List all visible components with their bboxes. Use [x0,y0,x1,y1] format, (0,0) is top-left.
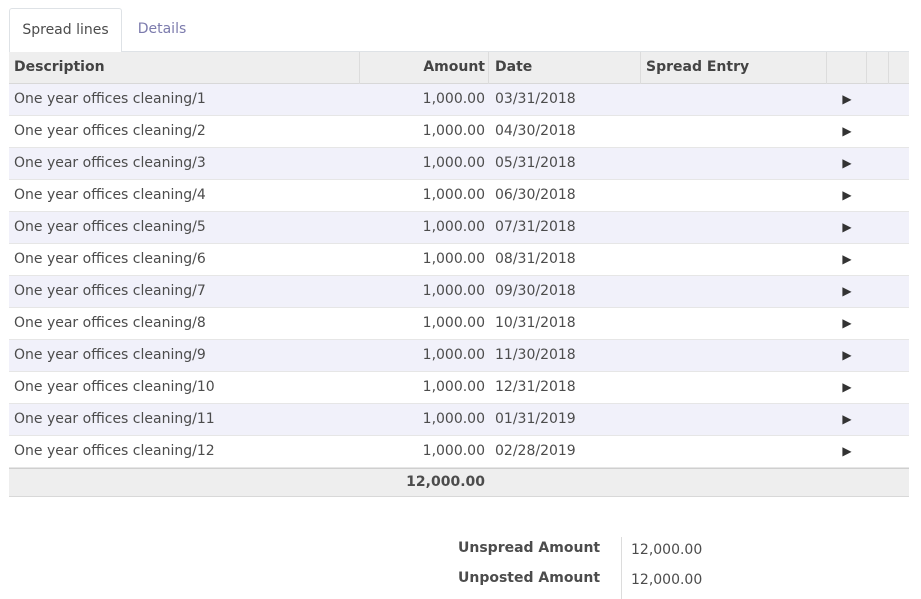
table-row[interactable]: One year offices cleaning/5 1,000.00 07/31… [9,212,909,244]
tab-details[interactable]: Details [122,8,202,52]
table-row[interactable]: One year offices cleaning/4 1,000.00 06/30… [9,180,909,212]
row-spread-entry [646,372,826,404]
row-description: One year offices cleaning/9 [14,347,206,363]
table-footer: 12,000.00 [9,468,909,497]
table-row[interactable]: One year offices cleaning/9 1,000.00 11/30… [9,340,909,372]
row-amount: 1,000.00 [422,379,485,395]
play-icon[interactable]: ▶ [827,148,867,180]
row-description: One year offices cleaning/6 [14,251,206,267]
play-icon[interactable]: ▶ [827,404,867,436]
row-amount: 1,000.00 [422,155,485,171]
row-spread-entry [646,244,826,276]
row-date: 02/28/2019 [495,443,576,459]
play-icon[interactable]: ▶ [827,244,867,276]
row-amount: 1,000.00 [422,91,485,107]
table-row[interactable]: One year offices cleaning/7 1,000.00 09/30… [9,276,909,308]
table-header: Description Amount Date Spread Entry [9,52,909,84]
column-divider [826,52,827,84]
spread-lines-view: Spread lines Details Description Amount … [0,0,921,599]
row-description: One year offices cleaning/4 [14,187,206,203]
play-icon[interactable]: ▶ [827,276,867,308]
spread-lines-table: Description Amount Date Spread Entry One… [9,52,909,497]
row-amount: 1,000.00 [422,283,485,299]
table-row[interactable]: One year offices cleaning/1 1,000.00 03/31… [9,84,909,116]
notebook-tabs: Spread lines Details [9,8,909,53]
row-date: 10/31/2018 [495,315,576,331]
unposted-amount-value: 12,000.00 [631,572,703,588]
row-description: One year offices cleaning/8 [14,315,206,331]
amount-total: 12,000.00 [406,474,485,490]
row-description: One year offices cleaning/7 [14,283,206,299]
row-amount: 1,000.00 [422,251,485,267]
play-icon[interactable]: ▶ [827,84,867,116]
row-spread-entry [646,116,826,148]
table-body: One year offices cleaning/1 1,000.00 03/31… [9,84,909,468]
row-spread-entry [646,148,826,180]
table-row[interactable]: One year offices cleaning/12 1,000.00 02/2… [9,436,909,468]
play-icon[interactable]: ▶ [827,308,867,340]
table-row[interactable]: One year offices cleaning/6 1,000.00 08/31… [9,244,909,276]
row-description: One year offices cleaning/2 [14,123,206,139]
row-description: One year offices cleaning/1 [14,91,206,107]
row-amount: 1,000.00 [422,411,485,427]
play-icon[interactable]: ▶ [827,372,867,404]
column-header-description[interactable]: Description [14,52,354,84]
row-date: 09/30/2018 [495,283,576,299]
column-divider [488,52,489,84]
table-row[interactable]: One year offices cleaning/10 1,000.00 12/3… [9,372,909,404]
column-header-spread-entry[interactable]: Spread Entry [646,52,826,84]
row-amount: 1,000.00 [422,443,485,459]
table-row[interactable]: One year offices cleaning/2 1,000.00 04/30… [9,116,909,148]
row-spread-entry [646,308,826,340]
column-divider [866,52,867,84]
unposted-amount-label: Unposted Amount [458,570,601,586]
row-description: One year offices cleaning/5 [14,219,206,235]
column-divider [640,52,641,84]
row-date: 03/31/2018 [495,91,576,107]
unspread-amount-label: Unspread Amount [458,540,601,556]
row-date: 06/30/2018 [495,187,576,203]
totals-summary: Unspread Amount 12,000.00 Unposted Amoun… [458,537,758,599]
row-amount: 1,000.00 [422,187,485,203]
column-header-date[interactable]: Date [495,52,640,84]
play-icon[interactable]: ▶ [827,212,867,244]
row-spread-entry [646,340,826,372]
row-amount: 1,000.00 [422,219,485,235]
row-amount: 1,000.00 [422,123,485,139]
row-spread-entry [646,212,826,244]
unspread-amount-value: 12,000.00 [631,542,703,558]
row-spread-entry [646,276,826,308]
row-date: 07/31/2018 [495,219,576,235]
row-description: One year offices cleaning/11 [14,411,215,427]
row-description: One year offices cleaning/3 [14,155,206,171]
row-date: 08/31/2018 [495,251,576,267]
row-date: 12/31/2018 [495,379,576,395]
row-amount: 1,000.00 [422,347,485,363]
row-date: 05/31/2018 [495,155,576,171]
row-description: One year offices cleaning/10 [14,379,215,395]
row-description: One year offices cleaning/12 [14,443,215,459]
row-date: 04/30/2018 [495,123,576,139]
table-row[interactable]: One year offices cleaning/3 1,000.00 05/31… [9,148,909,180]
row-spread-entry [646,436,826,468]
table-row[interactable]: One year offices cleaning/8 1,000.00 10/31… [9,308,909,340]
row-spread-entry [646,404,826,436]
tab-spread-lines[interactable]: Spread lines [9,8,122,53]
play-icon[interactable]: ▶ [827,116,867,148]
row-spread-entry [646,180,826,212]
row-spread-entry [646,84,826,116]
row-date: 11/30/2018 [495,347,576,363]
row-date: 01/31/2019 [495,411,576,427]
column-header-amount[interactable]: Amount [359,52,485,84]
row-amount: 1,000.00 [422,315,485,331]
table-row[interactable]: One year offices cleaning/11 1,000.00 01/3… [9,404,909,436]
play-icon[interactable]: ▶ [827,180,867,212]
column-divider [888,52,889,84]
totals-divider [621,537,622,599]
play-icon[interactable]: ▶ [827,340,867,372]
play-icon[interactable]: ▶ [827,436,867,468]
